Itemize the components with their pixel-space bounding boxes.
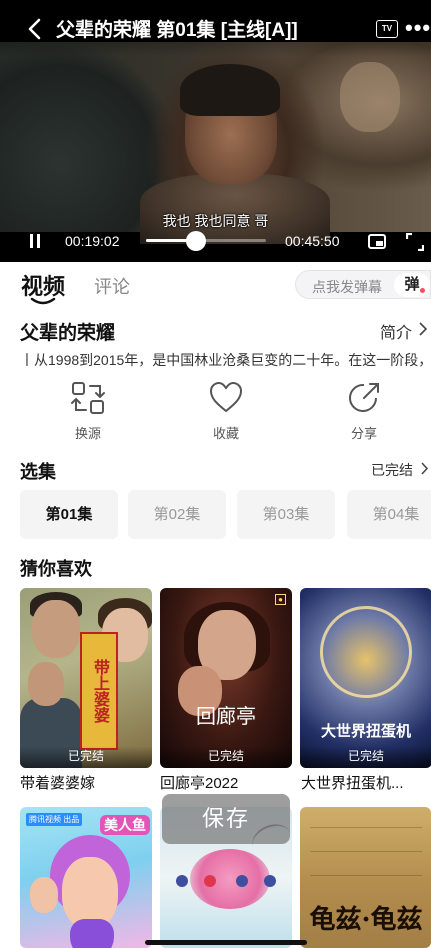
poster-title-art: 龟兹·龟兹 <box>309 905 423 935</box>
home-indicator[interactable] <box>145 940 307 945</box>
actor-hair <box>180 64 280 116</box>
tab-active-indicator <box>30 297 56 305</box>
danmaku-input[interactable]: 点我发弹幕 弹 <box>295 270 431 299</box>
poster-title[interactable]: 回廊亭2022 <box>160 772 238 793</box>
chevron-right-icon[interactable] <box>418 322 428 336</box>
video-title: 父辈的荣耀 第01集 [主线[A]] <box>56 20 298 41</box>
share-button[interactable]: 分享 <box>329 380 399 442</box>
poster-art <box>236 875 248 887</box>
switch-source-icon <box>71 382 105 414</box>
poster-card[interactable]: 带上婆婆 已完结 <box>20 588 152 768</box>
save-toast[interactable]: 保存 <box>162 794 290 844</box>
episode-item[interactable]: 第03集 <box>237 490 335 539</box>
share-label: 分享 <box>350 426 377 441</box>
player-controls: 00:19:02 00:45:50 <box>0 229 431 254</box>
poster-title-art: 美人鱼 <box>100 815 150 835</box>
progress-bar[interactable] <box>146 231 266 251</box>
danmaku-status-dot <box>420 288 425 293</box>
poster-title[interactable]: 带着婆婆嫁 <box>20 772 95 793</box>
danmaku-placeholder: 点我发弹幕 <box>312 279 382 295</box>
chevron-right-icon[interactable] <box>420 462 429 475</box>
favorite-label: 收藏 <box>212 426 239 441</box>
intro-link[interactable]: 简介 <box>380 319 412 343</box>
poster-figure <box>32 600 80 658</box>
episode-item[interactable]: 第04集 <box>347 490 431 539</box>
poster-title-art: 带上婆婆 <box>80 632 118 750</box>
poster-card[interactable]: 腾讯视频 出品 美人鱼 <box>20 807 152 948</box>
poster-art <box>204 875 216 887</box>
pause-icon[interactable] <box>29 234 41 248</box>
video-subtitle: 我也 我也同意 哥 <box>162 213 269 229</box>
current-time: 00:19:02 <box>65 233 120 249</box>
fullscreen-icon[interactable] <box>406 233 424 251</box>
episode-item[interactable]: 第02集 <box>128 490 226 539</box>
player-top-bar: 父辈的荣耀 第01集 [主线[A]] TV ••• <box>0 0 431 56</box>
poster-art <box>264 875 276 887</box>
picture-in-picture-icon[interactable] <box>368 234 386 249</box>
danmaku-toggle-label: 弹 <box>404 276 420 293</box>
show-title: 父辈的荣耀 <box>20 323 116 344</box>
progress-knob[interactable] <box>185 231 206 251</box>
show-synopsis[interactable]: 丨从1998到2015年，是中国林业沧桑巨变的二十年。在这一阶段， <box>20 350 431 370</box>
episode-list: 第01集 第02集 第03集 第04集 <box>20 490 431 540</box>
danmaku-toggle-button[interactable]: 弹 <box>394 273 430 297</box>
episodes-section-title: 选集 <box>20 462 56 482</box>
completed-badge: 已完结 <box>20 746 152 768</box>
share-icon <box>349 383 379 412</box>
poster-art <box>320 606 412 698</box>
switch-source-button[interactable]: 换源 <box>53 380 123 442</box>
background-figure <box>340 62 400 132</box>
content-tabs: 视频 评论 点我发弹幕 弹 <box>0 262 431 310</box>
poster-art <box>190 849 270 909</box>
episodes-status-link[interactable]: 已完结 <box>371 460 413 480</box>
video-frame[interactable] <box>0 42 431 244</box>
poster-title-art: 回廊亭 <box>196 704 256 728</box>
episode-item[interactable]: 第01集 <box>20 490 118 539</box>
poster-figure <box>70 919 114 948</box>
switch-source-label: 换源 <box>74 426 101 441</box>
heart-icon <box>209 381 243 413</box>
poster-card[interactable]: 龟兹·龟兹 <box>300 807 431 948</box>
poster-title-art: 大世界扭蛋机 <box>320 723 411 740</box>
completed-badge: 已完结 <box>160 746 292 768</box>
platform-logo: ● <box>275 594 286 605</box>
poster-card[interactable]: ● 回廊亭 已完结 <box>160 588 292 768</box>
video-player[interactable]: 父辈的荣耀 第01集 [主线[A]] TV ••• 我也 我也同意 哥 00:1… <box>0 0 431 262</box>
poster-art <box>176 875 188 887</box>
poster-figure <box>28 662 64 706</box>
poster-art <box>310 851 422 852</box>
poster-card[interactable]: 大世界扭蛋机 已完结 <box>300 588 431 768</box>
recommend-section-title: 猜你喜欢 <box>20 559 92 579</box>
tab-comments[interactable]: 评论 <box>94 273 130 299</box>
platform-logo: 腾讯视频 出品 <box>26 813 83 826</box>
more-options-icon[interactable]: ••• <box>405 17 431 39</box>
poster-art <box>310 827 422 828</box>
back-arrow-icon[interactable] <box>24 16 46 42</box>
tv-cast-icon[interactable]: TV <box>376 20 398 38</box>
favorite-button[interactable]: 收藏 <box>191 380 261 442</box>
poster-figure <box>30 877 58 913</box>
completed-badge: 已完结 <box>300 746 431 768</box>
poster-title[interactable]: 大世界扭蛋机... <box>301 772 404 793</box>
total-time: 00:45:50 <box>285 233 340 249</box>
poster-art <box>310 875 422 876</box>
